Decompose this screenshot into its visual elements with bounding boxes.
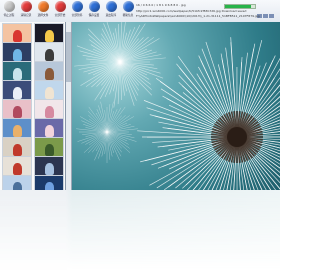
reflection-gradient — [0, 190, 280, 270]
download-progress-fill — [225, 5, 251, 8]
dandelion-photo — [74, 22, 280, 190]
app-window: 停止过程 清除记录 选择文件 全部开始 全部暂停 保存设置 退出程序 帮助信息 — [0, 0, 280, 190]
help-info-icon — [122, 1, 134, 12]
thumbnail-figure — [45, 125, 54, 137]
thumbnail-figure — [45, 163, 54, 175]
exit-program-label: 退出程序 — [105, 13, 117, 17]
select-file-button[interactable]: 选择文件 — [35, 1, 51, 21]
toolbar: 停止过程 清除记录 选择文件 全部开始 全部暂停 保存设置 退出程序 帮助信息 — [0, 0, 280, 23]
exit-program-icon — [105, 1, 117, 12]
thumbnail-item[interactable] — [2, 175, 32, 190]
stop-process-button[interactable]: 停止过程 — [1, 1, 17, 21]
thumbnail-panel — [0, 22, 66, 190]
exit-program-button[interactable]: 退出程序 — [103, 1, 119, 21]
clear-records-button[interactable]: 清除记录 — [18, 1, 34, 21]
start-all-label: 全部开始 — [54, 13, 66, 17]
thumbnail-figure — [13, 182, 22, 190]
background-seed-filament — [94, 131, 108, 161]
reflection-effect — [0, 190, 280, 270]
start-all-icon — [54, 1, 66, 12]
source-url-text: http://pic1.win4000.com/wallpaper/b/51bf… — [136, 9, 247, 13]
thumbnail-figure — [13, 163, 22, 175]
file-counter-text: 16 / 0 6 6 0 / 1 8 1 9 6 8 8 0 . jpg — [136, 3, 186, 7]
thumbnail-figure — [13, 87, 22, 99]
thumbnail-figure — [45, 30, 54, 42]
background-seed-filament — [106, 131, 120, 161]
select-file-label: 选择文件 — [37, 13, 49, 17]
clear-records-label: 清除记录 — [20, 13, 32, 17]
thumbnail-figure — [45, 87, 54, 99]
thumbnail-figure — [45, 182, 54, 190]
dandelion-center — [227, 127, 247, 147]
thumbnail-figure — [13, 144, 22, 156]
status-info-panel: 16 / 0 6 6 0 / 1 8 1 9 6 8 8 0 . jpg htt… — [136, 2, 278, 20]
thumbnail-figure — [45, 144, 54, 156]
image-viewer — [72, 22, 280, 190]
scrollbar-thumb[interactable] — [66, 32, 71, 82]
help-info-button[interactable]: 帮助信息 — [120, 1, 136, 21]
thumbnail-figure — [13, 125, 22, 137]
stop-process-label: 停止过程 — [3, 13, 15, 17]
thumbnail-figure — [45, 49, 54, 61]
thumbnail-figure — [45, 68, 54, 80]
stop-process-icon — [3, 1, 15, 12]
thumbnail-figure — [13, 106, 22, 118]
help-info-label: 帮助信息 — [122, 13, 134, 17]
save-settings-button[interactable]: 保存设置 — [86, 1, 102, 21]
thumbnail-item[interactable] — [34, 175, 64, 190]
pause-all-label: 全部暂停 — [71, 13, 83, 17]
save-path-text: F:\\AllPhotoWallpapers\\win4000\\10\\201… — [136, 14, 260, 18]
save-settings-icon — [88, 1, 100, 12]
pause-all-icon — [71, 1, 83, 12]
thumbnail-figure — [13, 30, 22, 42]
thumbnail-figure — [45, 106, 54, 118]
save-settings-label: 保存设置 — [88, 13, 100, 17]
pause-all-button[interactable]: 全部暂停 — [69, 1, 85, 21]
start-all-button[interactable]: 全部开始 — [52, 1, 68, 21]
thumbnail-figure — [13, 49, 22, 61]
thumbnail-figure — [13, 68, 22, 80]
clear-records-icon — [20, 1, 32, 12]
select-file-icon — [37, 1, 49, 12]
